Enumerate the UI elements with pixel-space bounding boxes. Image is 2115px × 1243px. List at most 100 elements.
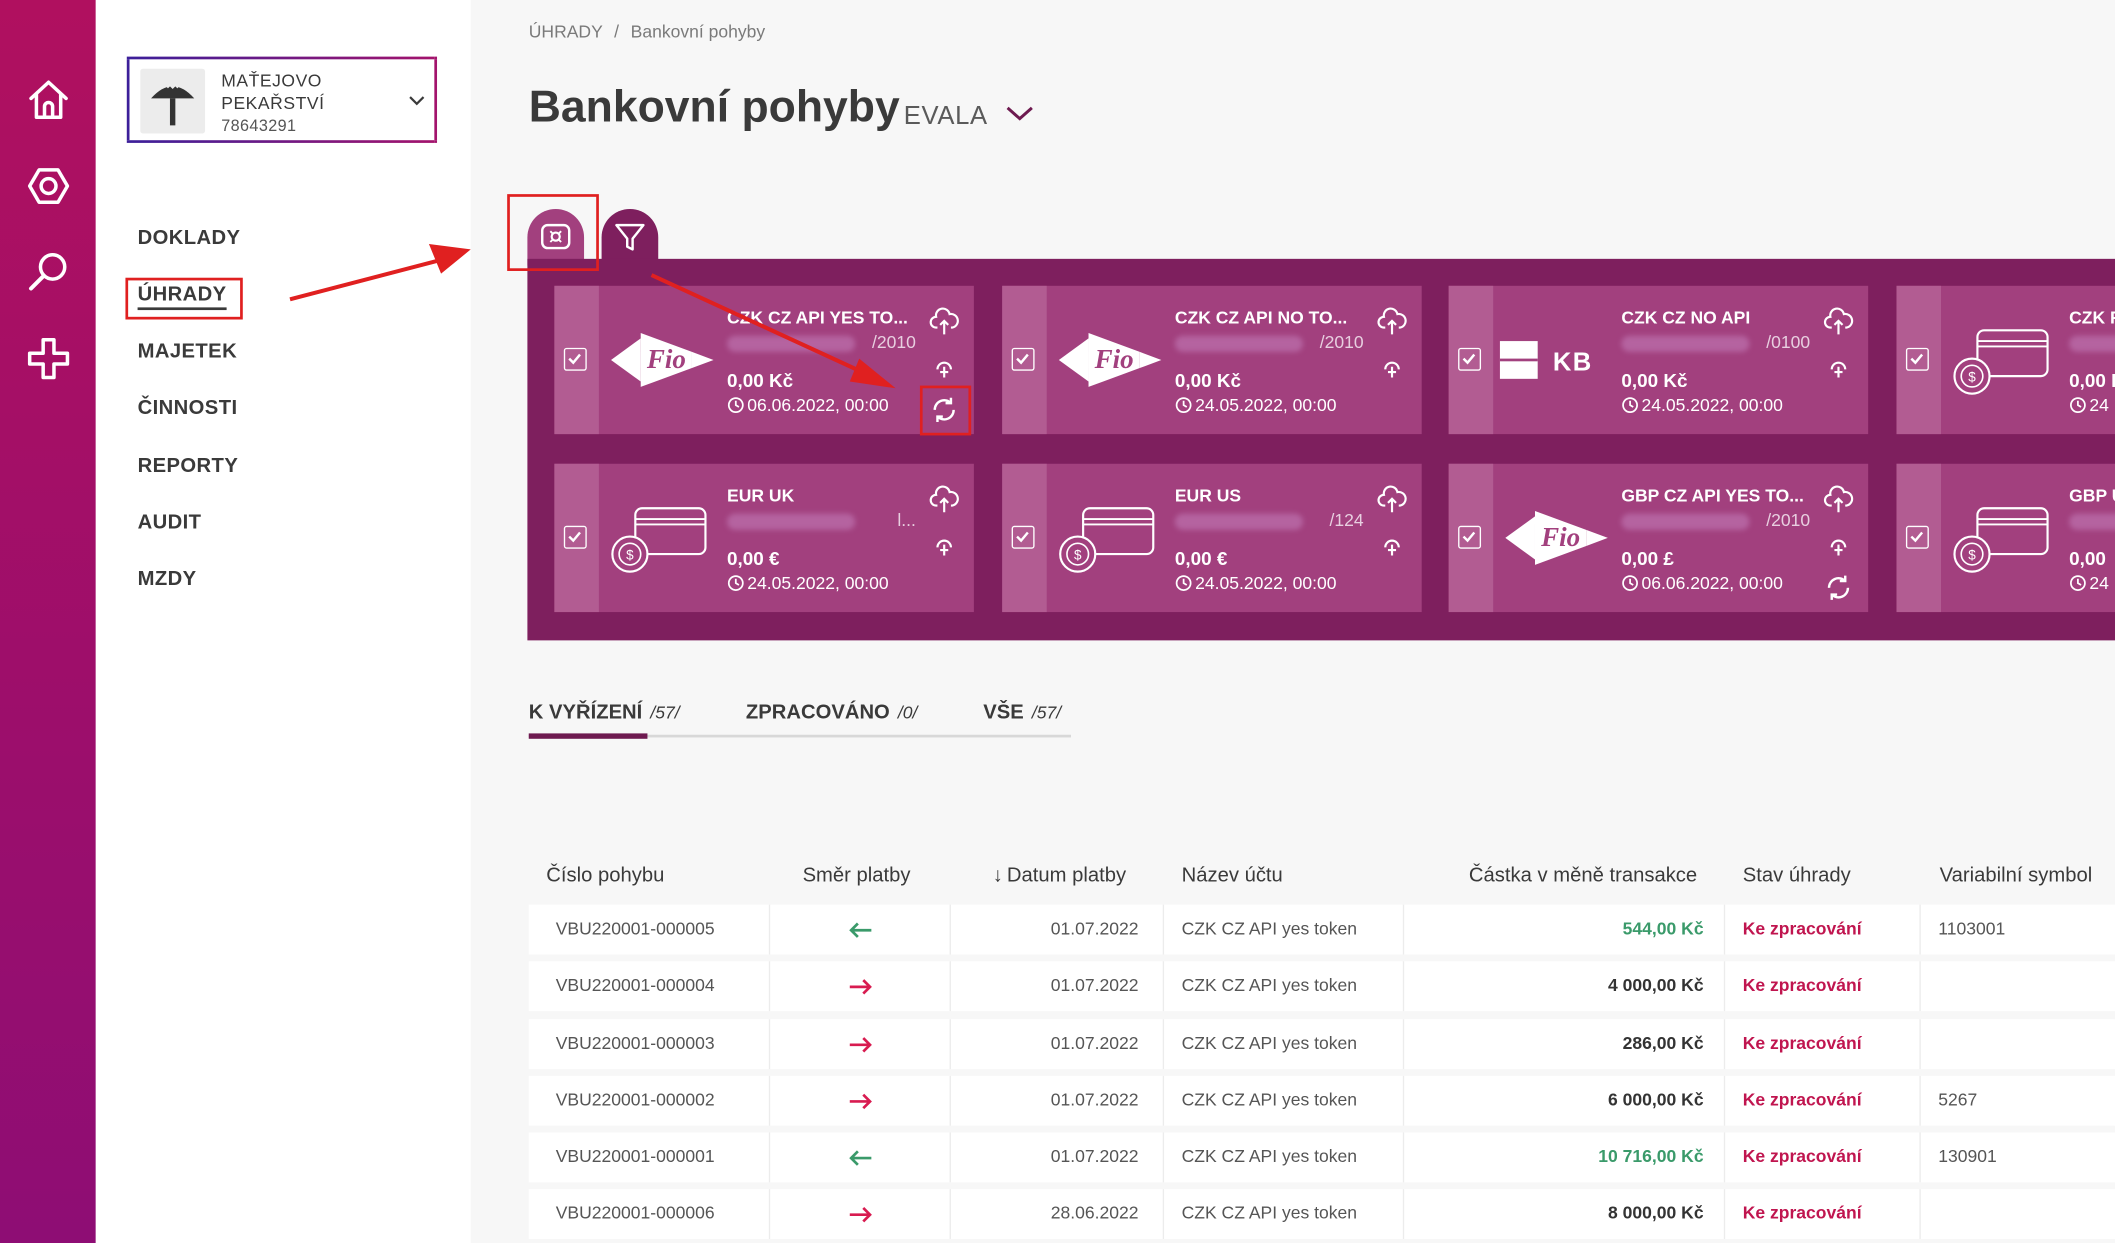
account-sync-date: 24.05.2022, 00:00 — [1175, 573, 1336, 593]
cell-divider — [1723, 961, 1726, 1012]
fio-logo-text: Fio — [1094, 344, 1134, 374]
account-checkbox[interactable] — [1011, 525, 1035, 549]
account-name: CZK CZ NO API — [1621, 307, 1751, 328]
nav-item-mzdy[interactable]: MZDY — [138, 568, 197, 591]
svg-text:$: $ — [1074, 547, 1082, 562]
cell-divider — [1402, 1019, 1405, 1070]
entity-selector[interactable]: EVALA — [904, 102, 1035, 132]
add-statement-icon[interactable] — [1377, 351, 1407, 381]
cloud-upload-icon[interactable] — [1823, 307, 1854, 337]
cell-divider — [768, 1132, 771, 1183]
account-card[interactable]: KB CZK CZ NO API/0100 0,00 Kč 24.05.2022, 0… — [1448, 285, 1869, 435]
search-icon[interactable] — [24, 248, 73, 297]
nav-item-audit[interactable]: AUDIT — [138, 511, 202, 534]
cloud-upload-icon[interactable] — [929, 307, 959, 337]
filter-tab-button[interactable] — [601, 208, 659, 266]
chevron-down-icon[interactable] — [407, 92, 426, 111]
cloud-upload-icon[interactable] — [1377, 485, 1407, 515]
cell-movement-id: VBU220001-000001 — [555, 1145, 715, 1167]
company-logo — [140, 68, 206, 134]
table-row[interactable]: VBU220001-000006 28.06.2022 CZK CZ API yes… — [528, 1189, 2115, 1239]
column-header-datum-platby[interactable]: ↓ Datum platby — [993, 864, 1126, 887]
clock-icon — [2069, 395, 2089, 415]
cloud-upload-icon[interactable] — [1823, 485, 1854, 515]
hexagon-nut-icon[interactable] — [24, 162, 73, 211]
nav-item-reporty[interactable]: REPORTY — [138, 454, 239, 477]
svg-text:$: $ — [1968, 547, 1976, 562]
clock-icon — [727, 395, 747, 415]
tab-vse[interactable]: VŠE/57/ — [983, 701, 1061, 724]
table-row[interactable]: VBU220001-000003 01.07.2022 CZK CZ API yes… — [528, 1019, 2115, 1070]
cloud-upload-icon[interactable] — [1377, 307, 1407, 337]
cell-amount: 286,00 Kč — [1622, 1032, 1704, 1053]
cell-divider — [1162, 904, 1165, 955]
cell-divider — [949, 1075, 951, 1126]
add-statement-icon[interactable] — [1377, 528, 1407, 558]
breadcrumb-current: Bankovní pohyby — [630, 21, 766, 42]
company-name: MAŤEJOVO PEKAŘSTVÍ — [221, 70, 325, 114]
column-header-castka[interactable]: Částka v měně transakce — [1469, 864, 1697, 887]
cell-divider — [1919, 1189, 1921, 1239]
account-date-text: 24.05.2022, 00:00 — [1195, 395, 1337, 416]
account-name: EUR UK — [727, 485, 795, 506]
cloud-upload-icon[interactable] — [929, 485, 959, 515]
cell-divider — [949, 1019, 951, 1070]
account-checkbox[interactable] — [1458, 525, 1482, 549]
account-number: l... — [897, 509, 916, 530]
breadcrumb-root[interactable]: ÚHRADY — [529, 22, 603, 42]
cell-divider — [1162, 1019, 1165, 1070]
cell-divider — [1162, 1189, 1165, 1239]
add-statement-icon[interactable] — [929, 528, 959, 558]
home-icon[interactable] — [24, 75, 73, 124]
column-header-label: Datum platby — [1006, 864, 1127, 888]
account-checkbox[interactable] — [563, 525, 587, 549]
tab-zpracovano[interactable]: ZPRACOVÁNO/0/ — [746, 701, 917, 724]
account-card[interactable]: $ GBP U GB33 0,00 24 — [1896, 463, 2115, 613]
cell-status: Ke zpracování — [1742, 1032, 1862, 1053]
account-card[interactable]: $ EUR US/124 0,00 € 24.05.2022, 00:00 — [1002, 463, 1422, 613]
table-row[interactable]: VBU220001-000001 01.07.2022 CZK CZ API yes… — [528, 1132, 2115, 1183]
cell-account-name: CZK CZ API yes token — [1181, 974, 1358, 995]
column-header-variabilni-symbol[interactable]: Variabilní symbol — [1940, 864, 2093, 887]
column-header-nazev-uctu[interactable]: Název účtu — [1182, 864, 1283, 887]
column-header-smer-platby[interactable]: Směr platby — [803, 864, 911, 887]
account-checkbox[interactable] — [1458, 347, 1482, 371]
nav-item-cinnosti[interactable]: ČINNOSTI — [138, 396, 238, 419]
account-card[interactable]: Fio GBP CZ API YES TO... /2010 0,00 £ 06.06.… — [1448, 463, 1869, 613]
account-number: /2010 — [871, 331, 916, 352]
cell-account-name: CZK CZ API yes token — [1181, 918, 1358, 939]
nav-item-majetek[interactable]: MAJETEK — [138, 340, 238, 363]
card-coin-icon: $ — [1053, 497, 1164, 578]
account-balance: 0,00 — [2069, 547, 2106, 569]
add-statement-icon[interactable] — [1824, 528, 1854, 558]
sync-icon[interactable] — [1824, 573, 1854, 603]
nav-item-doklady[interactable]: DOKLADY — [138, 226, 241, 249]
arrow-right-icon — [847, 977, 874, 1000]
cell-divider — [1919, 1019, 1921, 1070]
account-date-text: 06.06.2022, 00:00 — [1641, 572, 1783, 594]
account-card[interactable]: $ CZK R 1 0,00 K 24 — [1896, 285, 2115, 435]
cell-account-name: CZK CZ API yes token — [1181, 1145, 1358, 1167]
account-sync-date: 24.05.2022, 00:00 — [1175, 395, 1337, 416]
clock-icon — [727, 573, 747, 593]
account-card[interactable]: Fio CZK CZ API YES TO... /2010 0,00 Kč 06.06… — [554, 285, 974, 435]
account-checkbox[interactable] — [563, 347, 587, 371]
account-card[interactable]: $ EUR UK l... 0,00 € 24.05.2022, 00:00 — [554, 463, 974, 613]
company-selector[interactable]: MAŤEJOVO PEKAŘSTVÍ 78643291 — [126, 56, 438, 143]
account-checkbox[interactable] — [1905, 525, 1929, 549]
add-statement-icon[interactable] — [1824, 351, 1854, 381]
tab-k-vyrizeni[interactable]: K VYŘÍZENÍ/57/ — [529, 701, 680, 724]
column-header-cislo-pohybu[interactable]: Číslo pohybu — [546, 864, 664, 887]
plus-icon[interactable] — [24, 334, 73, 383]
column-header-stav-uhrady[interactable]: Stav úhrady — [1743, 864, 1851, 887]
cell-amount: 10 716,00 Kč — [1598, 1145, 1704, 1167]
account-checkbox[interactable] — [1905, 347, 1929, 371]
table-row[interactable]: VBU220001-000005 01.07.2022 CZK CZ API yes… — [528, 904, 2115, 955]
account-number: /0100 — [1766, 331, 1811, 352]
table-row[interactable]: VBU220001-000004 01.07.2022 CZK CZ API yes… — [528, 961, 2115, 1012]
add-statement-icon[interactable] — [929, 351, 959, 381]
breadcrumb: ÚHRADY / Bankovní pohyby — [529, 22, 765, 42]
account-checkbox[interactable] — [1011, 347, 1035, 371]
table-row[interactable]: VBU220001-000002 01.07.2022 CZK CZ API yes… — [528, 1075, 2115, 1126]
account-card[interactable]: Fio CZK CZ API NO TO... /2010 0,00 Kč 24.05.… — [1002, 285, 1422, 435]
